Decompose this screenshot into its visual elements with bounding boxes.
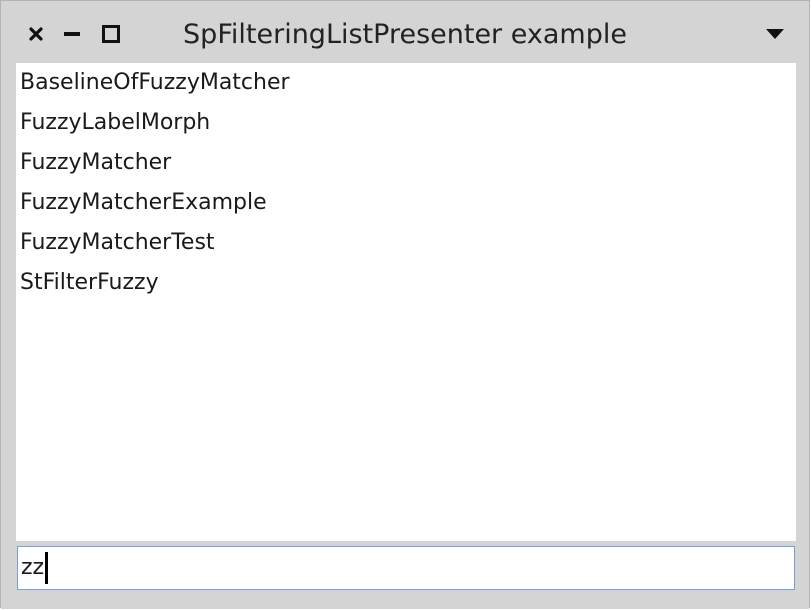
window-menu-button[interactable]: [762, 21, 788, 47]
minimize-icon: [64, 32, 80, 36]
window: SpFilteringListPresenter example Baselin…: [0, 0, 810, 609]
window-bottom-border: [1, 593, 809, 609]
list-item[interactable]: FuzzyMatcher: [16, 143, 796, 183]
list-item[interactable]: FuzzyLabelMorph: [16, 103, 796, 143]
close-button[interactable]: [23, 21, 49, 47]
list-item[interactable]: FuzzyMatcherExample: [16, 183, 796, 223]
list-item[interactable]: FuzzyMatcherTest: [16, 223, 796, 263]
minimize-button[interactable]: [59, 21, 85, 47]
window-title: SpFilteringListPresenter example: [183, 19, 627, 50]
close-icon: [29, 27, 43, 41]
filtered-list[interactable]: BaselineOfFuzzyMatcher FuzzyLabelMorph F…: [16, 63, 796, 541]
list-item[interactable]: StFilterFuzzy: [16, 263, 796, 303]
list-item[interactable]: BaselineOfFuzzyMatcher: [16, 63, 796, 103]
maximize-icon: [102, 25, 120, 43]
chevron-down-icon: [766, 29, 784, 39]
filter-input-value: zz: [21, 555, 45, 580]
text-caret: [45, 552, 49, 584]
maximize-button[interactable]: [98, 21, 124, 47]
title-bar[interactable]: SpFilteringListPresenter example: [1, 1, 809, 63]
filter-input[interactable]: zz: [17, 546, 795, 590]
